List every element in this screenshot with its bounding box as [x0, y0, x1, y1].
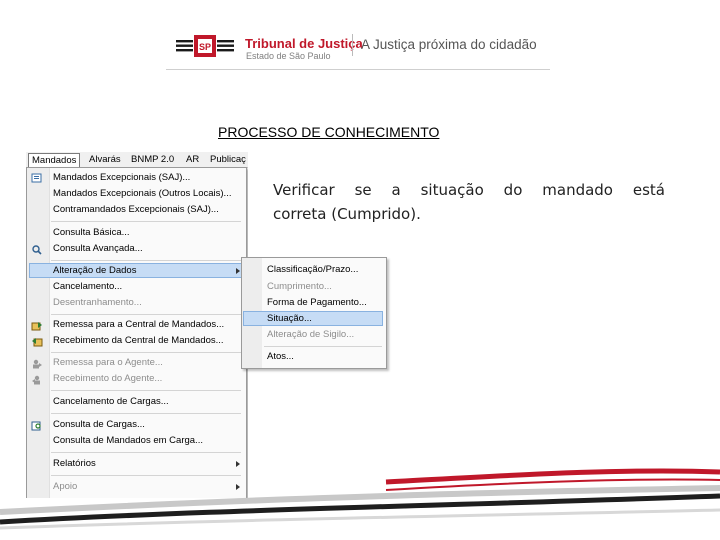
- submenu-separator: [264, 346, 382, 347]
- menu-item-cancelamento-cargas[interactable]: Cancelamento de Cargas...: [53, 395, 169, 409]
- menu-item-desentranhamento[interactable]: Desentranhamento...: [53, 296, 142, 310]
- menu-separator: [51, 413, 241, 414]
- alteracao-de-dados-submenu: Classificação/Prazo... Cumprimento... Fo…: [241, 257, 387, 369]
- footer-waves: [0, 468, 720, 540]
- menu-separator: [51, 314, 241, 315]
- header-rule: [166, 69, 550, 70]
- instruction-line-2: correta (Cumprido).: [273, 205, 421, 223]
- submenu-item-forma-pagamento[interactable]: Forma de Pagamento...: [267, 296, 367, 310]
- menu-item-remessa-agente[interactable]: Remessa para o Agente...: [53, 356, 163, 370]
- app-screenshot: Mandados Alvarás BNMP 2.0 AR Publicaç Ma…: [26, 152, 248, 498]
- svg-text:SP: SP: [199, 42, 211, 52]
- menu-item-mandados-excepcionais-outros[interactable]: Mandados Excepcionais (Outros Locais)...: [53, 187, 231, 201]
- menu-separator: [51, 352, 241, 353]
- submenu-item-alteracao-sigilo[interactable]: Alteração de Sigilo...: [267, 328, 354, 342]
- submenu-arrow-icon: [236, 268, 240, 274]
- menu-bar: Mandados Alvarás BNMP 2.0 AR Publicaç: [26, 152, 248, 168]
- instruction-line-1: Verificar se a situação do mandado está: [273, 181, 665, 199]
- tagline: A Justiça próxima do cidadão: [361, 37, 537, 52]
- receive-icon: [32, 338, 43, 347]
- menu-item-consulta-cargas[interactable]: Consulta de Cargas...: [53, 418, 145, 432]
- header-divider: [352, 34, 353, 56]
- highlight-situacao: [243, 311, 383, 326]
- menu-separator: [51, 221, 241, 222]
- menu-icon-strip: [27, 168, 50, 498]
- menu-item-remessa-central[interactable]: Remessa para a Central de Mandados...: [53, 318, 224, 332]
- menu-separator: [51, 452, 241, 453]
- org-subtitle: Estado de São Paulo: [246, 51, 331, 61]
- mandados-dropdown: Mandados Excepcionais (SAJ)... Mandados …: [26, 167, 247, 498]
- menubar-bnmp[interactable]: BNMP 2.0: [128, 153, 177, 166]
- menubar-alvaras[interactable]: Alvarás: [86, 153, 124, 166]
- menu-item-consulta-mandados-carga[interactable]: Consulta de Mandados em Carga...: [53, 434, 203, 448]
- receive-agent-icon: [32, 375, 40, 385]
- submenu-item-situacao[interactable]: Situação...: [267, 312, 312, 326]
- submenu-item-cumprimento[interactable]: Cumprimento...: [267, 280, 332, 294]
- menu-item-alteracao-de-dados[interactable]: Alteração de Dados: [53, 264, 136, 278]
- send-icon: [31, 322, 42, 331]
- send-agent-icon: [33, 359, 42, 369]
- submenu-item-atos[interactable]: Atos...: [267, 350, 294, 364]
- menu-item-recebimento-agente[interactable]: Recebimento do Agente...: [53, 372, 162, 386]
- menu-item-contramandados[interactable]: Contramandados Excepcionais (SAJ)...: [53, 203, 219, 217]
- search-icon: [32, 245, 42, 255]
- menubar-mandados[interactable]: Mandados: [28, 153, 81, 167]
- menu-item-consulta-avancada[interactable]: Consulta Avançada...: [53, 242, 143, 256]
- cargo-search-icon: [31, 421, 41, 431]
- menubar-publicacoes[interactable]: Publicaç: [207, 153, 248, 166]
- menu-separator: [51, 390, 241, 391]
- form-icon: [31, 173, 42, 183]
- org-name: Tribunal de Justiça: [245, 36, 363, 51]
- menu-item-mandados-excepcionais-saj[interactable]: Mandados Excepcionais (SAJ)...: [53, 171, 190, 185]
- menubar-ar[interactable]: AR: [183, 153, 202, 166]
- menu-separator: [51, 260, 241, 261]
- submenu-item-classificacao-prazo[interactable]: Classificação/Prazo...: [267, 263, 358, 277]
- page-title: PROCESSO DE CONHECIMENTO: [218, 124, 440, 140]
- tjsp-logo: SP: [176, 35, 234, 57]
- menu-item-recebimento-central[interactable]: Recebimento da Central de Mandados...: [53, 334, 224, 348]
- menu-item-consulta-basica[interactable]: Consulta Básica...: [53, 226, 130, 240]
- menu-item-cancelamento[interactable]: Cancelamento...: [53, 280, 122, 294]
